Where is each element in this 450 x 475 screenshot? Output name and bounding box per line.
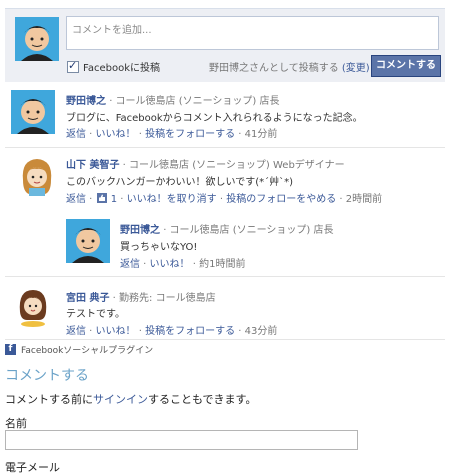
comment-actions: 返信 · いいね！ · 投稿をフォローする · 43分前 — [66, 326, 278, 337]
commenter-avatar — [11, 90, 55, 134]
comment-form-title: コメントする — [5, 368, 89, 384]
follow-post-link[interactable]: 投稿をフォローする — [145, 326, 235, 337]
comment-timestamp: 約1時間前 — [199, 259, 246, 270]
reply-link[interactable]: 返信 — [66, 326, 86, 337]
reply-link[interactable]: 返信 — [66, 194, 86, 205]
posting-as: 野田博之さんとして投稿する (変更) — [209, 59, 370, 74]
like-link[interactable]: いいね！ — [96, 129, 136, 140]
comment-timestamp: 43分前 — [244, 326, 278, 337]
name-label: 名前 — [5, 417, 27, 430]
facebook-icon: f — [5, 344, 16, 355]
comment-divider — [5, 276, 445, 277]
comment-timestamp: 41分前 — [244, 129, 278, 140]
commenter-avatar — [11, 284, 55, 328]
name-input[interactable] — [5, 430, 358, 450]
like-link[interactable]: いいね！ — [96, 326, 136, 337]
comment-text: ブログに、Facebookからコメント入れられるようになった記念。 — [66, 113, 363, 124]
comment-author-info: · コール徳島店 (ソニーショップ) Webデザイナー — [122, 160, 345, 171]
like-count[interactable]: 1 — [111, 194, 117, 205]
comment-author-link[interactable]: 野田博之 — [66, 96, 106, 107]
comment-header: 宮田 典子 · 勤務先: コール徳島店 — [66, 289, 216, 304]
signin-prefix: コメントする前に — [5, 393, 93, 406]
comment-timestamp: 2時間前 — [345, 194, 383, 205]
comment-composer: コメントを追加... Facebookに投稿 野田博之さんとして投稿する (変更… — [5, 8, 445, 82]
comment-actions: 返信 · いいね！ · 投稿をフォローする · 41分前 — [66, 129, 278, 140]
commenter-avatar — [15, 154, 59, 198]
like-thumb-icon — [96, 193, 107, 203]
change-user-link[interactable]: (変更) — [342, 63, 370, 74]
comment-header: 野田博之 · コール徳島店 (ソニーショップ) 店長 — [66, 92, 280, 107]
reply-link[interactable]: 返信 — [120, 259, 140, 270]
user-avatar — [15, 17, 59, 61]
comment-divider — [5, 339, 445, 340]
comment-author-info: · 勤務先: コール徳島店 — [112, 293, 216, 304]
commenter-avatar — [66, 219, 110, 263]
post-to-facebook-checkbox[interactable] — [67, 59, 79, 73]
reply-link[interactable]: 返信 — [66, 129, 86, 140]
comment-text: テストです。 — [66, 309, 125, 320]
comment-actions: 返信 · 1 · いいね！を取り消す · 投稿のフォローをやめる · 2時間前 — [66, 193, 383, 205]
unlike-link[interactable]: いいね！を取り消す — [127, 194, 217, 205]
signin-prompt: コメントする前にサインインすることもできます。 — [5, 391, 256, 407]
comment-text: 買っちゃいなYO! — [120, 242, 198, 253]
like-link[interactable]: いいね！ — [150, 259, 190, 270]
signin-link[interactable]: サインイン — [93, 393, 148, 406]
posting-as-text: 野田博之さんとして投稿する — [209, 63, 339, 74]
comment-author-link[interactable]: 野田博之 — [120, 225, 160, 236]
email-label: 電子メール — [5, 461, 60, 474]
unfollow-post-link[interactable]: 投稿のフォローをやめる — [226, 194, 336, 205]
comment-actions: 返信 · いいね！ · 約1時間前 — [120, 259, 246, 270]
comment-author-info: · コール徳島店 (ソニーショップ) 店長 — [109, 96, 280, 107]
comment-author-link[interactable]: 宮田 典子 — [66, 293, 109, 304]
post-to-facebook-label: Facebookに投稿 — [83, 63, 160, 74]
signin-suffix: することもできます。 — [148, 393, 257, 406]
comment-header: 山下 美智子 · コール徳島店 (ソニーショップ) Webデザイナー — [66, 156, 345, 171]
post-to-facebook-toggle[interactable]: Facebookに投稿 — [67, 59, 160, 74]
comment-header: 野田博之 · コール徳島店 (ソニーショップ) 店長 — [120, 221, 334, 236]
comment-divider — [5, 147, 445, 148]
submit-comment-button[interactable]: コメントする — [371, 55, 441, 77]
comment-textarea[interactable]: コメントを追加... — [66, 16, 439, 50]
facebook-plugin-footer: f Facebookソーシャルプラグイン — [5, 343, 153, 356]
comment-text: このバックハンガーかわいい！欲しいです(*´艸`*) — [66, 177, 294, 188]
facebook-plugin-link[interactable]: Facebookソーシャルプラグイン — [21, 343, 153, 356]
comment-author-link[interactable]: 山下 美智子 — [66, 160, 119, 171]
comment-author-info: · コール徳島店 (ソニーショップ) 店長 — [163, 225, 334, 236]
follow-post-link[interactable]: 投稿をフォローする — [145, 129, 235, 140]
